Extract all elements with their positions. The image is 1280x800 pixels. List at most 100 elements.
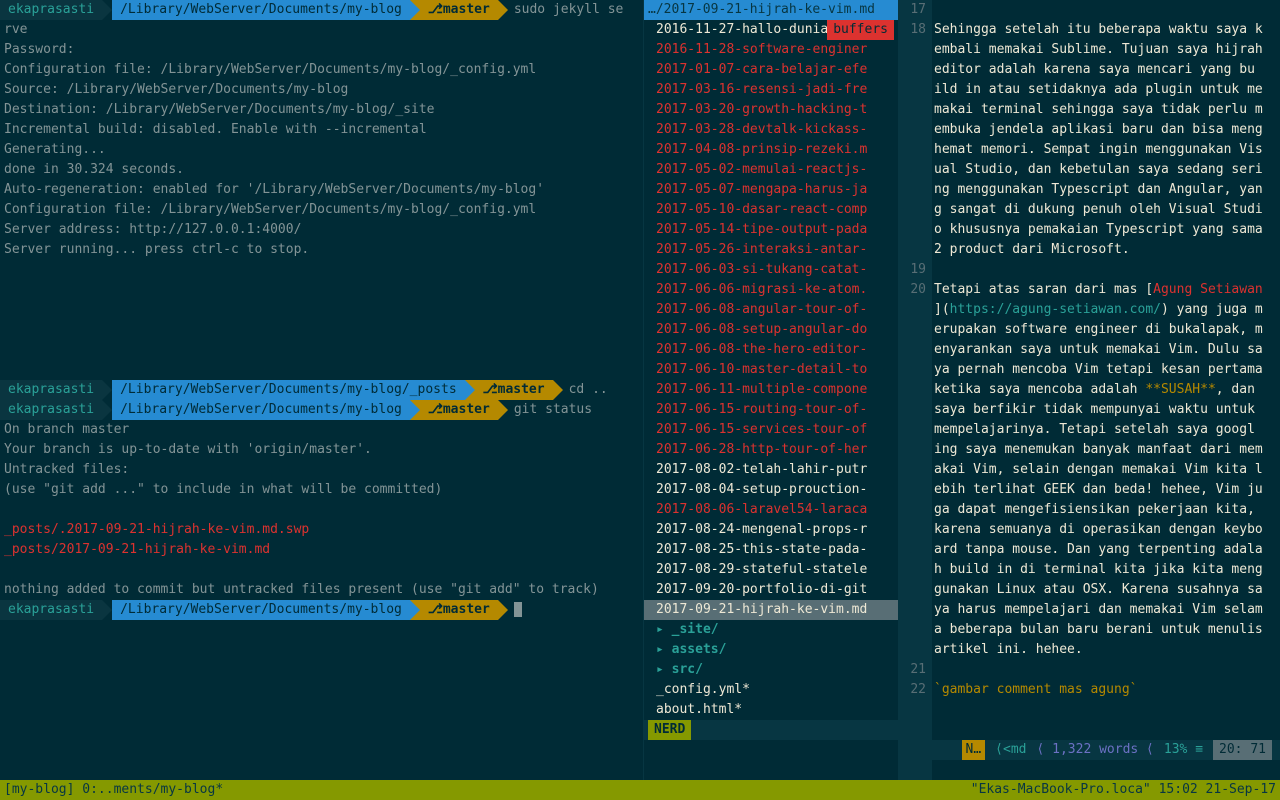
editor-line[interactable]: `gambar comment mas agung`	[934, 680, 1280, 700]
editor-line[interactable]: mempelajarinya. Tetapi setelah saya goog…	[934, 420, 1280, 440]
tree-file[interactable]: 2017-08-02-telah-lahir-putr	[644, 460, 898, 480]
editor-line[interactable]: 2 product dari Microsoft.	[934, 240, 1280, 260]
tree-file[interactable]: 2017-05-26-interaksi-antar-	[644, 240, 898, 260]
editor-line[interactable]: akai Vim, selain dengan memakai Vim kita…	[934, 460, 1280, 480]
tree-file[interactable]: 2017-06-08-setup-angular-do	[644, 320, 898, 340]
editor-line[interactable]: a beberapa bulan baru berani untuk menul…	[934, 620, 1280, 640]
line-number: 22	[898, 680, 926, 700]
tree-file[interactable]: 2017-03-16-resensi-jadi-fre	[644, 80, 898, 100]
prompt-command[interactable]	[508, 600, 522, 620]
tree-file[interactable]: 2017-08-06-laravel54-laraca	[644, 500, 898, 520]
tree-file[interactable]: _config.yml*	[644, 680, 898, 700]
editor-line[interactable]: ng menggunakan Typescript dan Angular, y…	[934, 180, 1280, 200]
editor-line[interactable]: editor adalah karena saya mencari yang b…	[934, 60, 1280, 80]
editor-line[interactable]: gunakan Linux atau OSX. Karena susahnya …	[934, 580, 1280, 600]
line-number	[898, 560, 926, 580]
editor-line[interactable]: h build in di terminal kita jika kita me…	[934, 560, 1280, 580]
terminal-pane-left[interactable]: ekaprasasti /Library/WebServer/Documents…	[0, 0, 644, 780]
tree-dir[interactable]: src/	[644, 660, 898, 680]
editor-line[interactable]: ebih terlihat GEEK dan beda! hehee, Vim …	[934, 480, 1280, 500]
editor-line[interactable]	[934, 0, 1280, 20]
editor-line[interactable]: ketika saya mencoba adalah **SUSAH**, da…	[934, 380, 1280, 400]
editor-line[interactable]: enyarankan saya untuk memakai Vim. Dulu …	[934, 340, 1280, 360]
prompt-branch: master	[420, 400, 498, 420]
prompt-line[interactable]: ekaprasasti /Library/WebServer/Documents…	[0, 600, 643, 620]
editor-line[interactable]: ild in atau setidaknya ada plugin untuk …	[934, 80, 1280, 100]
editor-pane[interactable]: 1718 1920 2122 Sehingga setelah itu bebe…	[898, 0, 1280, 780]
tree-file[interactable]: 2017-06-08-angular-tour-of-	[644, 300, 898, 320]
prompt-line[interactable]: ekaprasasti /Library/WebServer/Documents…	[0, 400, 643, 420]
editor-line[interactable]: saya berfikir tidak mempunyai waktu untu…	[934, 400, 1280, 420]
editor-line[interactable]: hemat memori. Sempat ingin menggunakan V…	[934, 140, 1280, 160]
editor-line[interactable]: ya pernah mencoba Vim tetapi kesan perta…	[934, 360, 1280, 380]
prompt-branch: master	[420, 0, 498, 20]
tree-file[interactable]: 2017-06-06-migrasi-ke-atom.	[644, 280, 898, 300]
tree-file[interactable]: 2017-03-28-devtalk-kickass-	[644, 120, 898, 140]
tree-file[interactable]: about.html*	[644, 700, 898, 720]
line-number: 17	[898, 0, 926, 20]
tree-file[interactable]: 2017-03-20-growth-hacking-t	[644, 100, 898, 120]
tree-file[interactable]: 2017-05-07-mengapa-harus-ja	[644, 180, 898, 200]
tree-file[interactable]: 2017-08-29-stateful-statele	[644, 560, 898, 580]
prompt-user: ekaprasasti	[0, 0, 102, 20]
line-number	[898, 480, 926, 500]
editor-line[interactable]: g sangat di dukung penuh oleh Visual Stu…	[934, 200, 1280, 220]
prompt-command[interactable]: git status	[508, 400, 592, 420]
tree-file[interactable]: 2017-06-15-routing-tour-of-	[644, 400, 898, 420]
output-line: Your branch is up-to-date with 'origin/m…	[0, 440, 643, 460]
tree-file[interactable]: 2017-06-03-si-tukang-catat-	[644, 260, 898, 280]
editor-line[interactable]: ard tanpa mouse. Dan yang terpenting ada…	[934, 540, 1280, 560]
editor-line[interactable]: Sehingga setelah itu beberapa waktu saya…	[934, 20, 1280, 40]
editor-line[interactable]: ing saya menemukan banyak manfaat dari m…	[934, 440, 1280, 460]
output-line: Auto-regeneration: enabled for '/Library…	[0, 180, 643, 200]
editor-line[interactable]: makai terminal sehingga saya tidak perlu…	[934, 100, 1280, 120]
editor-line[interactable]: ](https://agung-setiawan.com/) yang juga…	[934, 300, 1280, 320]
editor-line[interactable]: ual Studio, dan kebetulan saya sedang se…	[934, 160, 1280, 180]
editor-line[interactable]: o khususnya pemakaian Typescript yang sa…	[934, 220, 1280, 240]
tree-file[interactable]: 2017-05-02-memulai-reactjs-	[644, 160, 898, 180]
editor-line[interactable]	[934, 260, 1280, 280]
tree-file[interactable]: 2017-08-04-setup-prouction-	[644, 480, 898, 500]
tree-file[interactable]: 2016-11-27-hallo-dunia.md	[644, 20, 827, 40]
editor-line[interactable]: artikel ini. hehee.	[934, 640, 1280, 660]
editor-line[interactable]	[934, 660, 1280, 680]
tree-file[interactable]: 2017-06-08-the-hero-editor-	[644, 340, 898, 360]
nerdtree-pane[interactable]: …/2017-09-21-hijrah-ke-vim.md buffers 20…	[644, 0, 898, 780]
tree-file[interactable]: 2017-05-14-tipe-output-pada	[644, 220, 898, 240]
editor-line[interactable]: Tetapi atas saran dari mas [Agung Setiaw…	[934, 280, 1280, 300]
vim-statusline: N… ⟨<md ⟨ 1,322 words ⟨ 13% ≡ 20: 71	[898, 740, 1280, 760]
tree-dir[interactable]: _site/	[644, 620, 898, 640]
tree-file[interactable]: 2017-06-11-multiple-compone	[644, 380, 898, 400]
tree-dir[interactable]: assets/	[644, 640, 898, 660]
editor-line[interactable]: embali memakai Sublime. Tujuan saya hijr…	[934, 40, 1280, 60]
tree-file[interactable]: 2017-01-07-cara-belajar-efe	[644, 60, 898, 80]
editor-line[interactable]: erupakan software engineer di bukalapak,…	[934, 320, 1280, 340]
tree-file[interactable]: 2016-11-28-software-enginer	[644, 40, 898, 60]
tree-file[interactable]: 2017-06-15-services-tour-of	[644, 420, 898, 440]
prompt-path: /Library/WebServer/Documents/my-blog/_po…	[112, 380, 465, 400]
tree-file[interactable]: 2017-08-24-mengenal-props-r	[644, 520, 898, 540]
tree-file[interactable]: 2017-04-08-prinsip-rezeki.m	[644, 140, 898, 160]
nerdtree-header: …/2017-09-21-hijrah-ke-vim.md buffers	[644, 0, 898, 20]
tree-file[interactable]: 2017-06-10-master-detail-to	[644, 360, 898, 380]
editor-line[interactable]: embuka jendela aplikasi baru dan bisa me…	[934, 120, 1280, 140]
prompt-command[interactable]: sudo jekyll se	[508, 0, 624, 20]
tree-file[interactable]: 2017-08-25-this-state-pada-	[644, 540, 898, 560]
prompt-command[interactable]: cd ..	[563, 380, 608, 400]
tree-file[interactable]: 2017-09-21-hijrah-ke-vim.md	[644, 600, 898, 620]
output-line: Configuration file: /Library/WebServer/D…	[0, 60, 643, 80]
line-number	[898, 220, 926, 240]
editor-line[interactable]: ya harus mempelajari dan memakai Vim sel…	[934, 600, 1280, 620]
line-number: 20	[898, 280, 926, 300]
tree-file[interactable]: 2017-09-20-portfolio-di-git	[644, 580, 898, 600]
line-number	[898, 160, 926, 180]
editor-line[interactable]: ga dapat mengefisiensikan pekerjaan kita…	[934, 500, 1280, 520]
prompt-line[interactable]: ekaprasasti /Library/WebServer/Documents…	[0, 380, 643, 400]
line-number: 18	[898, 20, 926, 40]
tree-file[interactable]: 2017-06-28-http-tour-of-her	[644, 440, 898, 460]
editor-line[interactable]: karena semuanya di operasikan dengan key…	[934, 520, 1280, 540]
line-number	[898, 580, 926, 600]
output-line: Untracked files:	[0, 460, 643, 480]
tree-file[interactable]: 2017-05-10-dasar-react-comp	[644, 200, 898, 220]
prompt-line[interactable]: ekaprasasti /Library/WebServer/Documents…	[0, 0, 643, 20]
